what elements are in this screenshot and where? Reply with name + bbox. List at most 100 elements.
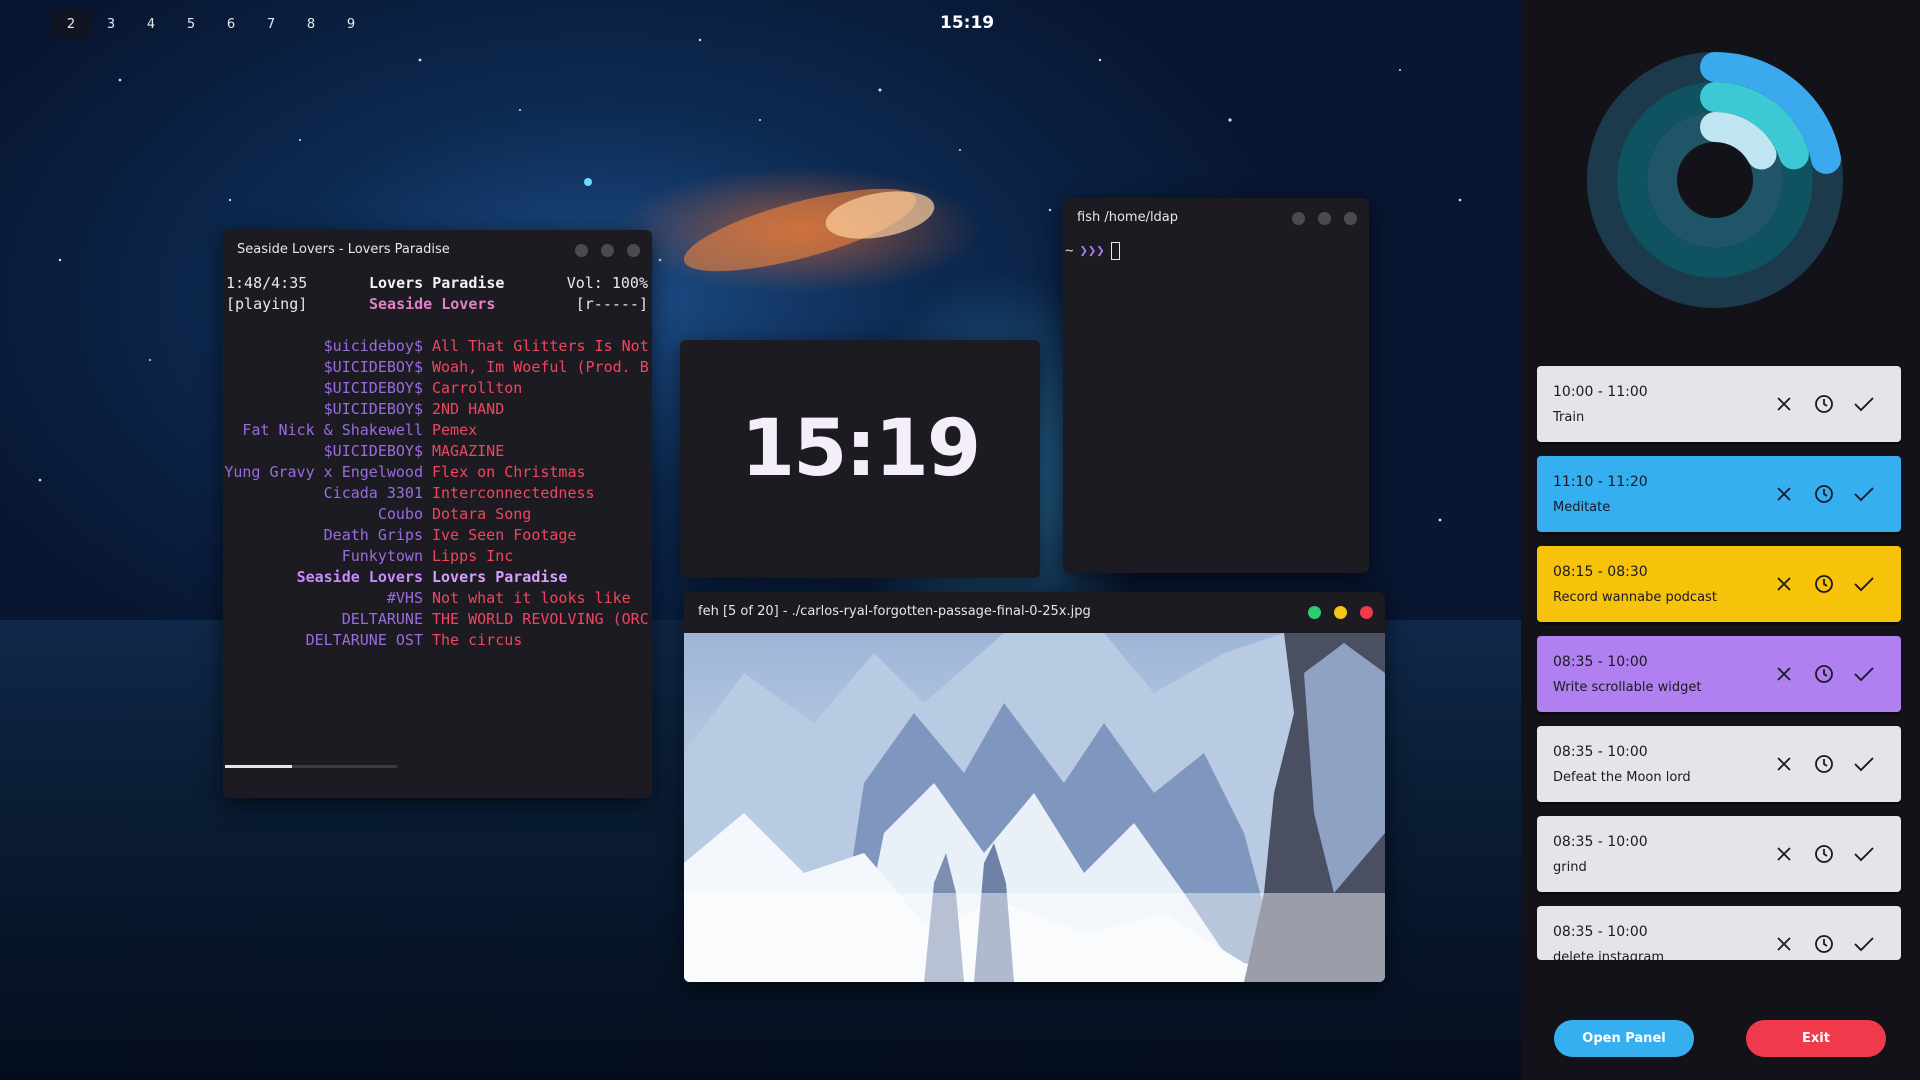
playlist-title[interactable]: THE WORLD REVOLVING (ORC	[432, 610, 649, 628]
dismiss-icon[interactable]	[1770, 570, 1798, 598]
workspace-button[interactable]: 3	[91, 10, 131, 38]
snooze-clock-icon[interactable]	[1810, 480, 1838, 508]
task-time: 08:35 - 10:00	[1553, 924, 1648, 940]
playlist-title[interactable]: Not what it looks like	[432, 589, 631, 607]
playlist-title[interactable]: Flex on Christmas	[432, 463, 586, 481]
playlist-title[interactable]: Lipps Inc	[432, 547, 513, 565]
task-time: 08:35 - 10:00	[1553, 744, 1648, 760]
complete-check-icon[interactable]	[1850, 660, 1878, 688]
complete-check-icon[interactable]	[1850, 480, 1878, 508]
exit-button[interactable]: Exit	[1746, 1020, 1886, 1057]
workspace-switcher: 23456789	[51, 10, 371, 38]
playlist-artist[interactable]: $UICIDEBOY$	[324, 358, 423, 376]
workspace-button[interactable]: 9	[331, 10, 371, 38]
task-time: 10:00 - 11:00	[1553, 384, 1648, 400]
progress-fill	[225, 765, 293, 768]
workspace-button[interactable]: 8	[291, 10, 331, 38]
playlist-artist[interactable]: Fat Nick & Shakewell	[242, 421, 423, 439]
task-card[interactable]: 08:15 - 08:30 Record wannabe podcast	[1537, 546, 1901, 622]
playlist-artist[interactable]: $uicideboy$	[324, 337, 423, 355]
playlist-artist[interactable]: Cicada 3301	[324, 484, 423, 502]
snooze-clock-icon[interactable]	[1810, 570, 1838, 598]
dismiss-icon[interactable]	[1770, 480, 1798, 508]
maximize-button[interactable]	[1308, 606, 1321, 619]
snooze-clock-icon[interactable]	[1810, 840, 1838, 868]
window-controls	[1292, 212, 1357, 225]
snooze-clock-icon[interactable]	[1810, 930, 1838, 958]
complete-check-icon[interactable]	[1850, 750, 1878, 778]
complete-check-icon[interactable]	[1850, 930, 1878, 958]
task-card[interactable]: 10:00 - 11:00 Train	[1537, 366, 1901, 442]
playlist-title[interactable]: The circus	[432, 631, 522, 649]
dismiss-icon[interactable]	[1770, 840, 1798, 868]
playlist-title[interactable]: All That Glitters Is Not	[432, 337, 649, 355]
terminal-prompt[interactable]: ~ ❯❯❯	[1065, 242, 1120, 260]
playlist-artist[interactable]: $UICIDEBOY$	[324, 442, 423, 460]
complete-check-icon[interactable]	[1850, 840, 1878, 868]
snooze-clock-icon[interactable]	[1810, 660, 1838, 688]
task-name: Train	[1553, 410, 1585, 425]
task-name: Meditate	[1553, 500, 1611, 515]
task-card[interactable]: 08:35 - 10:00 grind	[1537, 816, 1901, 892]
workspace-button[interactable]: 2	[51, 10, 91, 38]
complete-check-icon[interactable]	[1850, 390, 1878, 418]
workspace-button[interactable]: 5	[171, 10, 211, 38]
dismiss-icon[interactable]	[1770, 750, 1798, 778]
task-card[interactable]: 08:35 - 10:00 Defeat the Moon lord	[1537, 726, 1901, 802]
task-card[interactable]: 08:35 - 10:00 Write scrollable widget	[1537, 636, 1901, 712]
close-button[interactable]	[1360, 606, 1373, 619]
sidebar-panel: 10:00 - 11:00 Train 11:10 - 11:20 Meditate 0…	[1521, 0, 1920, 1080]
window-button[interactable]	[1318, 212, 1331, 225]
image-viewer-window[interactable]: feh [5 of 20] - ./carlos-ryal-forgotten-…	[684, 592, 1385, 982]
playlist-artist[interactable]: $UICIDEBOY$	[324, 379, 423, 397]
task-card[interactable]: 11:10 - 11:20 Meditate	[1537, 456, 1901, 532]
terminal-window[interactable]: fish /home/ldap ~ ❯❯❯	[1063, 198, 1369, 573]
playlist-artist[interactable]: $UICIDEBOY$	[324, 400, 423, 418]
open-panel-button[interactable]: Open Panel	[1554, 1020, 1694, 1057]
playlist-title[interactable]: Lovers Paradise	[432, 568, 567, 586]
complete-check-icon[interactable]	[1850, 570, 1878, 598]
playlist-title[interactable]: MAGAZINE	[432, 442, 504, 460]
task-card[interactable]: 08:35 - 10:00 delete instagram	[1537, 906, 1901, 960]
window-title: Seaside Lovers - Lovers Paradise	[237, 242, 450, 257]
snooze-clock-icon[interactable]	[1810, 750, 1838, 778]
playlist-artist[interactable]: DELTARUNE	[342, 610, 423, 628]
playback-status: [playing]	[226, 295, 308, 313]
playlist-title[interactable]: Ive Seen Footage	[432, 526, 577, 544]
snooze-clock-icon[interactable]	[1810, 390, 1838, 418]
playlist-title[interactable]: 2ND HAND	[432, 400, 504, 418]
window-button[interactable]	[1292, 212, 1305, 225]
workspace-button[interactable]: 4	[131, 10, 171, 38]
now-playing-title: Lovers Paradise	[369, 274, 505, 292]
prompt-symbol: ❯❯❯	[1079, 243, 1105, 259]
task-name: Write scrollable widget	[1553, 680, 1702, 695]
playlist-artist[interactable]: DELTARUNE OST	[306, 631, 423, 649]
window-button[interactable]	[575, 244, 588, 257]
playlist-artist[interactable]: Seaside Lovers	[297, 568, 423, 586]
playlist-artist[interactable]: Death Grips	[324, 526, 423, 544]
playlist-title[interactable]: Woah, Im Woeful (Prod. B	[432, 358, 649, 376]
dismiss-icon[interactable]	[1770, 660, 1798, 688]
window-button[interactable]	[601, 244, 614, 257]
playlist-artist[interactable]: Coubo	[378, 505, 423, 523]
workspace-button[interactable]: 6	[211, 10, 251, 38]
dismiss-icon[interactable]	[1770, 930, 1798, 958]
prompt-directory: ~	[1065, 243, 1074, 259]
terminal-cursor	[1110, 242, 1120, 260]
minimize-button[interactable]	[1334, 606, 1347, 619]
playlist-title[interactable]: Carrollton	[432, 379, 522, 397]
dismiss-icon[interactable]	[1770, 390, 1798, 418]
playlist-title[interactable]: Interconnectedness	[432, 484, 595, 502]
workspace-button[interactable]: 7	[251, 10, 291, 38]
window-button[interactable]	[1344, 212, 1357, 225]
playlist-title[interactable]: Pemex	[432, 421, 477, 439]
music-player-window[interactable]: Seaside Lovers - Lovers Paradise 1:48/4:…	[223, 230, 652, 798]
playlist-artist[interactable]: Funkytown	[342, 547, 423, 565]
progress-track[interactable]	[225, 765, 397, 768]
playlist-title[interactable]: Dotara Song	[432, 505, 531, 523]
window-button[interactable]	[627, 244, 640, 257]
playlist-artist[interactable]: #VHS	[387, 589, 423, 607]
playlist-artist[interactable]: Yung Gravy x Engelwood	[224, 463, 423, 481]
task-time: 08:15 - 08:30	[1553, 564, 1648, 580]
window-controls	[1308, 606, 1373, 619]
